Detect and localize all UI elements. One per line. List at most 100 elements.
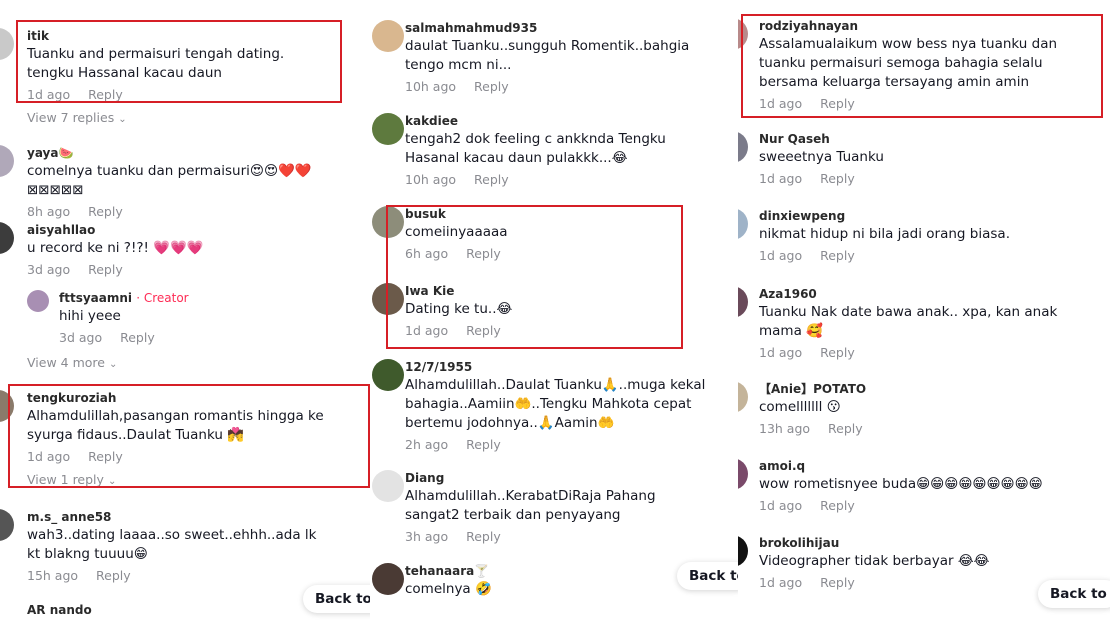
comment-text: wow rometisnyee buda😁😁😁😁😁😁😁😁😁 — [759, 476, 1043, 492]
avatar[interactable] — [738, 286, 748, 318]
comment-time: 3d ago — [59, 330, 103, 345]
comment-username[interactable]: Aza1960 — [759, 286, 1106, 303]
reply-button[interactable]: Reply — [474, 79, 509, 94]
comment-meta: 13h ago Reply — [759, 420, 1106, 438]
avatar[interactable] — [738, 131, 748, 163]
comment-username[interactable]: kakdiee — [405, 113, 734, 130]
back-to-top-button[interactable]: Back to — [1038, 580, 1110, 608]
comment-username[interactable]: salmahmahmud935 — [405, 20, 734, 37]
avatar[interactable] — [738, 535, 748, 567]
avatar[interactable] — [0, 222, 14, 254]
view-more-label: View 4 more — [27, 355, 105, 370]
comment-username[interactable]: yaya🍉 — [27, 145, 366, 162]
comment-meta: 2h ago Reply — [405, 436, 734, 454]
reply-button[interactable]: Reply — [88, 87, 123, 102]
avatar[interactable] — [372, 113, 404, 145]
chevron-down-icon: ⌄ — [108, 359, 118, 370]
avatar[interactable] — [372, 206, 404, 238]
comment-username[interactable]: itik — [27, 28, 366, 45]
avatar[interactable] — [738, 458, 748, 490]
comment-username[interactable]: dinxiewpeng — [759, 208, 1106, 225]
comment-text: comelnya tuanku dan permaisuri😍😍❤️❤️⊠⊠⊠⊠… — [27, 163, 312, 198]
comment-username[interactable]: amoi.q — [759, 458, 1106, 475]
comment-username[interactable]: Nur Qaseh — [759, 131, 1106, 148]
reply-button[interactable]: Reply — [828, 421, 863, 436]
comment-meta: 8h ago Reply — [27, 203, 366, 221]
reply-button[interactable]: Reply — [474, 172, 509, 187]
reply-button[interactable]: Reply — [820, 248, 855, 263]
comment-panel-1: itik Tuanku and permaisuri tengah dating… — [0, 0, 370, 620]
comment-meta: 3d ago Reply — [27, 261, 366, 279]
reply-button[interactable]: Reply — [88, 449, 123, 464]
comment-panel-2: salmahmahmud935 daulat Tuanku..sungguh R… — [370, 0, 738, 620]
comment-username[interactable]: Iwa Kie — [405, 283, 734, 300]
view-replies-link[interactable]: View 7 replies ⌄ — [27, 110, 127, 125]
view-more-link[interactable]: View 4 more ⌄ — [27, 355, 117, 370]
avatar[interactable] — [0, 28, 14, 60]
comment-username[interactable]: 【Anie】POTATO — [759, 381, 1106, 398]
comment-meta: 10h ago Reply — [405, 171, 734, 189]
avatar[interactable] — [27, 290, 49, 312]
view-replies-label: View 7 replies — [27, 110, 115, 125]
avatar[interactable] — [738, 381, 748, 413]
comment-username[interactable]: rodziyahnayan — [759, 18, 1106, 35]
comment-username[interactable]: aisyahllao — [27, 222, 366, 239]
reply-username[interactable]: fttsyaamni — [59, 291, 132, 305]
comment-text: wah3..dating laaaa..so sweet..ehhh..ada … — [27, 527, 321, 562]
comment-meta: 3h ago Reply — [405, 528, 734, 546]
comment-time: 10h ago — [405, 172, 457, 187]
reply-button[interactable]: Reply — [120, 330, 155, 345]
reply-button[interactable]: Reply — [466, 437, 501, 452]
comment-time: 6h ago — [405, 246, 449, 261]
view-reply-link[interactable]: View 1 reply ⌄ — [27, 472, 116, 487]
comment-username[interactable]: m.s_ anne58 — [27, 509, 366, 526]
comment-meta: 1d ago Reply — [27, 448, 366, 466]
reply-button[interactable]: Reply — [820, 575, 855, 590]
comment-text: Tuanku Nak date bawa anak.. xpa, kan ana… — [759, 304, 1062, 339]
comment-meta: 10h ago Reply — [405, 78, 734, 96]
avatar[interactable] — [0, 145, 14, 177]
reply-button[interactable]: Reply — [820, 345, 855, 360]
reply-button[interactable]: Reply — [820, 171, 855, 186]
reply-button[interactable]: Reply — [820, 96, 855, 111]
comment-text: hihi yeee — [59, 308, 121, 324]
comment-text: Videographer tidak berbayar 😂😂 — [759, 553, 990, 569]
reply-button[interactable]: Reply — [88, 262, 123, 277]
comment-time: 1d ago — [759, 345, 803, 360]
comment-username[interactable]: Diang — [405, 470, 734, 487]
avatar[interactable] — [0, 390, 14, 422]
comment-time: 1d ago — [27, 449, 71, 464]
avatar[interactable] — [738, 208, 748, 240]
comment-meta: 1d ago Reply — [759, 170, 1106, 188]
comment-meta: 15h ago Reply — [27, 567, 366, 585]
back-to-top-button[interactable]: Back to t — [303, 585, 370, 613]
avatar[interactable] — [372, 470, 404, 502]
comment-username[interactable]: brokolihijau — [759, 535, 1106, 552]
avatar[interactable] — [372, 283, 404, 315]
chevron-down-icon: ⌄ — [118, 114, 127, 125]
comment-text: Alhamdulillah..KerabatDiRaja Pahang sang… — [405, 488, 660, 523]
reply-button[interactable]: Reply — [820, 498, 855, 513]
creator-badge: · Creator — [136, 291, 189, 305]
avatar[interactable] — [372, 359, 404, 391]
avatar[interactable] — [372, 20, 404, 52]
view-reply-label: View 1 reply — [27, 472, 104, 487]
comment-text: Alhamdulillah..Daulat Tuanku🙏..muga keka… — [405, 377, 710, 431]
comment-username[interactable]: tengkuroziah — [27, 390, 366, 407]
comment-meta: 1d ago Reply — [759, 497, 1106, 515]
back-to-top-button[interactable]: Back to — [677, 562, 738, 590]
reply-button[interactable]: Reply — [466, 323, 501, 338]
comment-time: 1d ago — [759, 96, 803, 111]
avatar[interactable] — [738, 18, 748, 50]
reply-button[interactable]: Reply — [88, 204, 123, 219]
comment-username[interactable]: busuk — [405, 206, 734, 223]
comment-text: tengah2 dok feeling c ankknda Tengku Has… — [405, 131, 671, 166]
reply-button[interactable]: Reply — [466, 246, 501, 261]
reply-button[interactable]: Reply — [96, 568, 131, 583]
comment-time: 3d ago — [27, 262, 71, 277]
reply-button[interactable]: Reply — [466, 529, 501, 544]
comment-text: comelllllll 😗 — [759, 399, 841, 415]
avatar[interactable] — [372, 563, 404, 595]
avatar[interactable] — [0, 509, 14, 541]
comment-username[interactable]: 12/7/1955 — [405, 359, 734, 376]
